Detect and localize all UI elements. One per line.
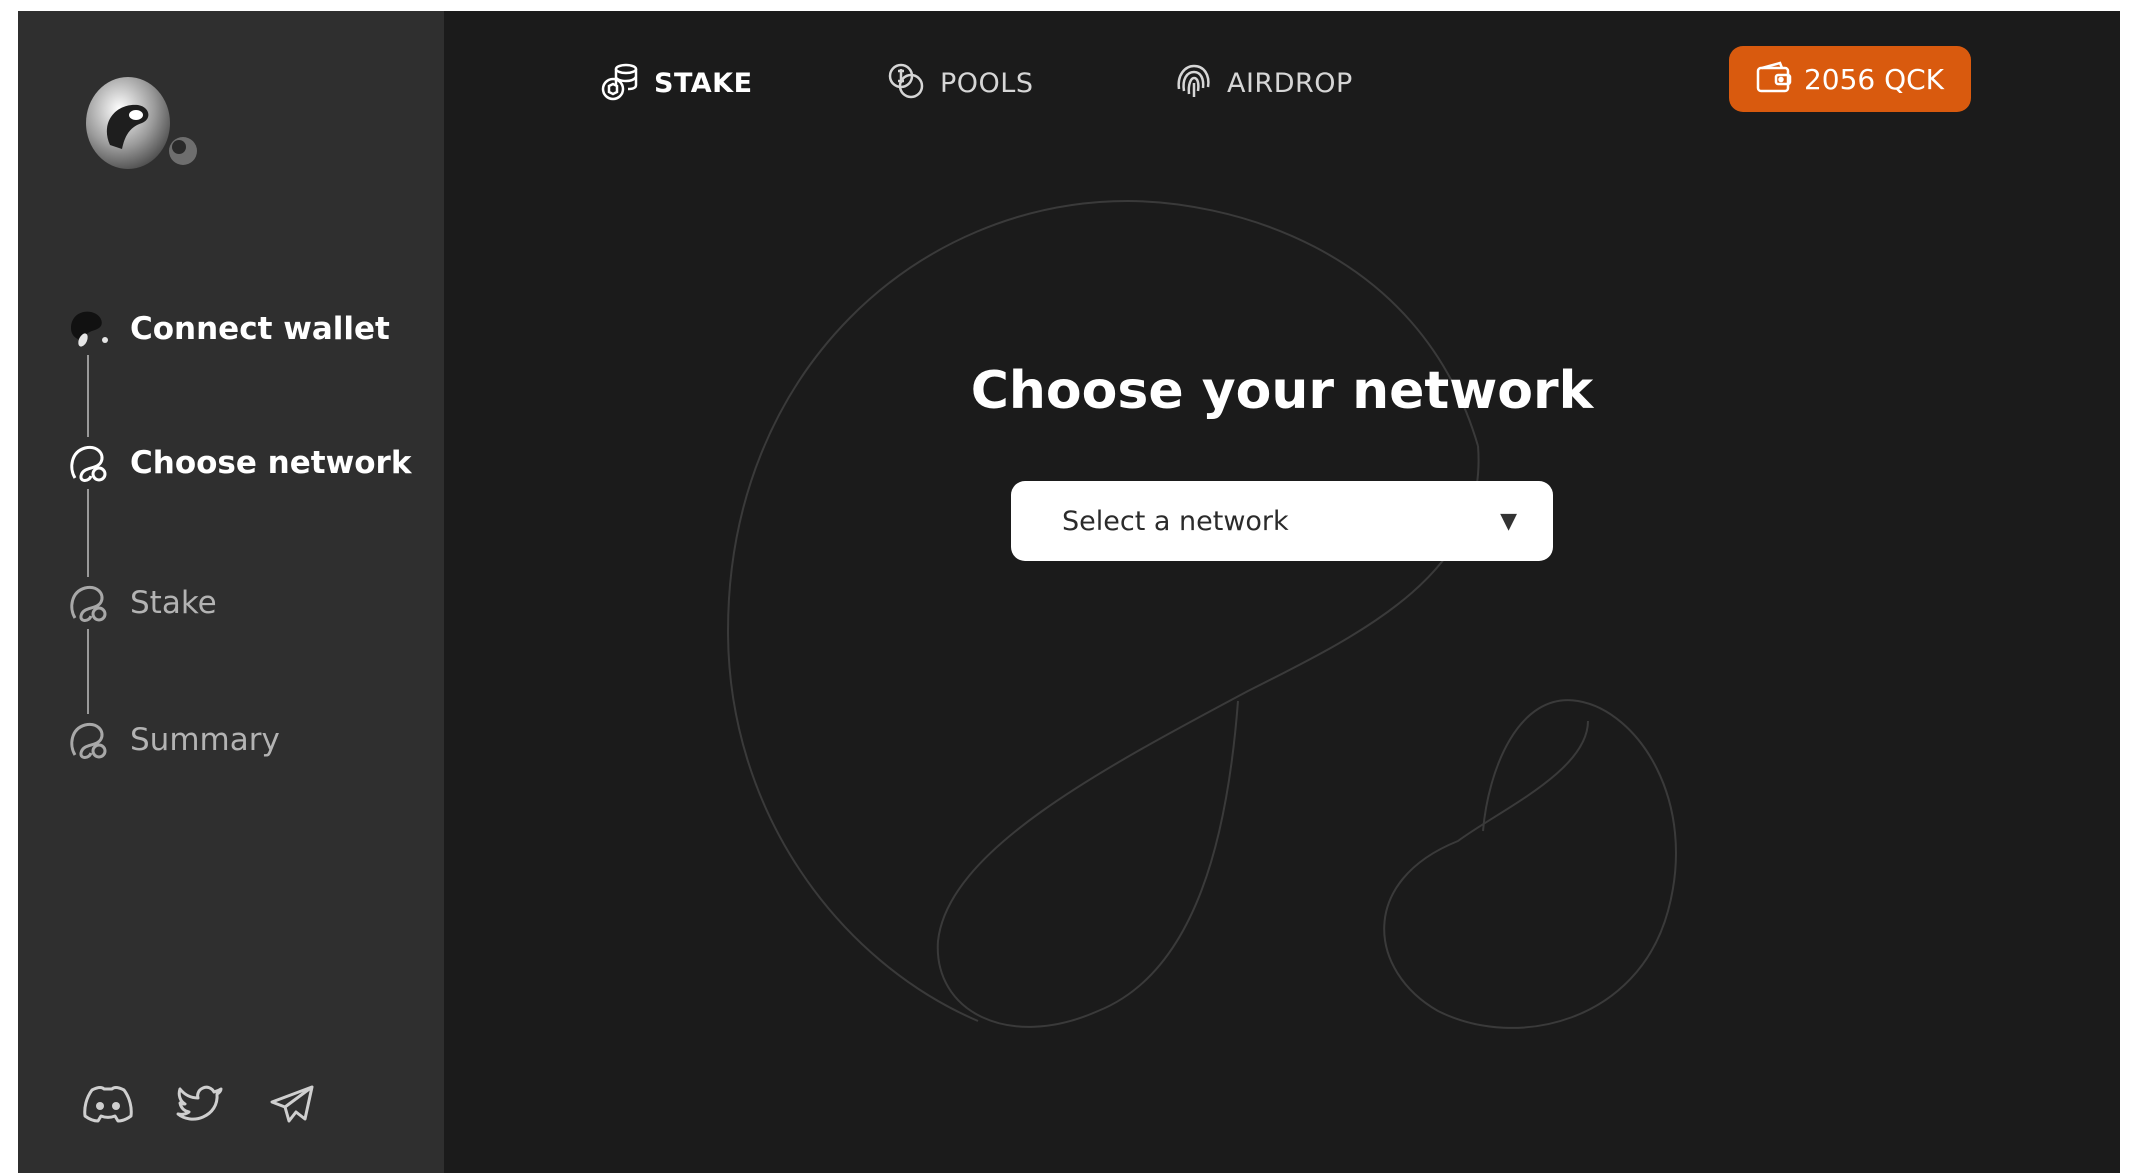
network-select-value: Select a network (1062, 505, 1289, 537)
nav-airdrop[interactable]: AIRDROP (1173, 61, 1353, 105)
nav-stake[interactable]: STAKE (600, 61, 753, 105)
twitter-icon[interactable] (172, 1076, 228, 1132)
wallet-icon (1756, 61, 1792, 97)
step-label: Choose network (130, 445, 412, 481)
nav-label: STAKE (654, 67, 753, 99)
balance-label: 2056 QCK (1803, 62, 1945, 96)
quicksilver-logo[interactable] (70, 63, 220, 183)
step-pending-icon (62, 577, 114, 629)
network-select[interactable]: Select a network ▼ (1011, 481, 1553, 561)
step-choose-network[interactable]: Choose network (62, 437, 411, 489)
step-label: Connect wallet (130, 311, 390, 347)
app-window: Connect wallet Choose network Stake Summ… (18, 11, 2120, 1173)
discord-icon[interactable] (80, 1076, 136, 1132)
step-complete-icon (62, 303, 114, 355)
step-active-icon (62, 437, 114, 489)
nav-pools[interactable]: POOLS (886, 61, 1033, 105)
social-links (80, 1076, 320, 1132)
page-title: Choose your network (970, 361, 1594, 421)
sidebar: Connect wallet Choose network Stake Summ… (18, 11, 444, 1173)
wallet-balance-button[interactable]: 2056 QCK (1729, 46, 1971, 112)
steps-connector-line (87, 351, 89, 756)
step-label: Stake (130, 585, 217, 621)
stake-icon (600, 61, 640, 105)
pools-icon (886, 61, 926, 105)
step-summary[interactable]: Summary (62, 714, 280, 766)
step-label: Summary (130, 722, 280, 758)
nav-label: AIRDROP (1227, 67, 1353, 99)
step-pending-icon (62, 714, 114, 766)
chevron-down-icon: ▼ (1500, 508, 1517, 534)
airdrop-icon (1173, 61, 1213, 105)
step-stake[interactable]: Stake (62, 577, 217, 629)
telegram-icon[interactable] (264, 1076, 320, 1132)
step-connect-wallet[interactable]: Connect wallet (62, 303, 390, 355)
nav-label: POOLS (940, 67, 1034, 99)
